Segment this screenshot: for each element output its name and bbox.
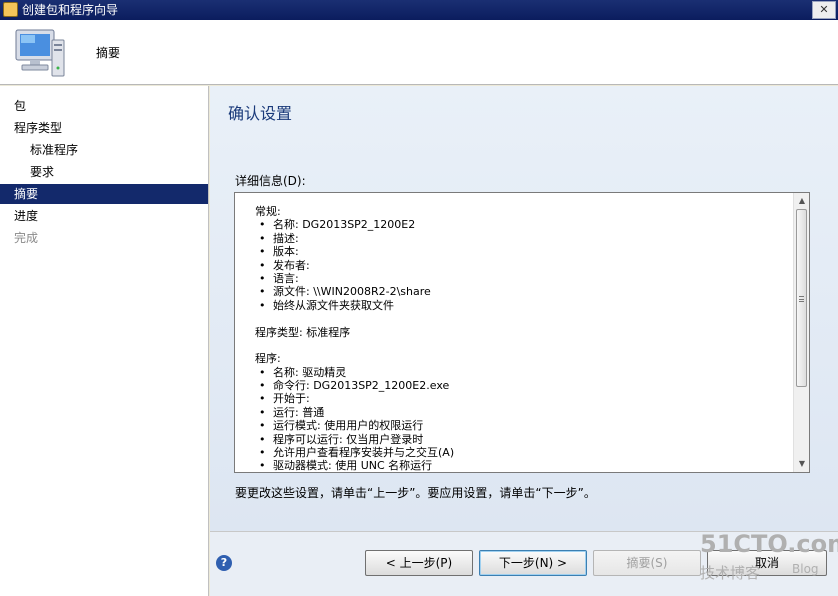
details-textbox[interactable]: 常规: 名称: DG2013SP2_1200E2 描述: 版本: 发布者: 语言… xyxy=(234,192,810,473)
watermark-blog: Blog xyxy=(792,562,819,576)
scroll-up-arrow-icon[interactable]: ▲ xyxy=(794,193,809,209)
detail-line: 发布者: xyxy=(255,259,785,272)
help-icon[interactable]: ? xyxy=(216,555,232,571)
nav-item-standard-program[interactable]: 标准程序 xyxy=(0,140,208,160)
scroll-thumb[interactable] xyxy=(796,209,807,387)
nav-item-package[interactable]: 包 xyxy=(0,96,208,116)
grip-icon xyxy=(799,296,804,302)
detail-line: 始终从源文件夹获取文件 xyxy=(255,299,785,312)
detail-line: 运行: 普通 xyxy=(255,406,785,419)
wizard-step-nav: 包 程序类型 标准程序 要求 摘要 进度 完成 xyxy=(0,86,209,596)
detail-line: 程序可以运行: 仅当用户登录时 xyxy=(255,433,785,446)
program-type-line: 程序类型: 标准程序 xyxy=(255,325,351,339)
detail-line: 驱动器模式: 使用 UNC 名称运行 xyxy=(255,459,785,472)
computer-icon xyxy=(15,29,65,77)
main-panel: 确认设置 详细信息(D): 常规: 名称: DG2013SP2_1200E2 描… xyxy=(210,86,838,531)
vertical-scrollbar[interactable]: ▲ ▼ xyxy=(793,193,809,472)
instruction-text: 要更改这些设置，请单击“上一步”。要应用设置，请单击“下一步”。 xyxy=(235,486,596,500)
previous-button[interactable]: < 上一步(P) xyxy=(365,550,473,576)
wizard-header: 摘要 xyxy=(0,20,838,85)
program-heading: 程序: xyxy=(255,352,281,366)
detail-line: 运行模式: 使用用户的权限运行 xyxy=(255,419,785,432)
app-icon xyxy=(3,2,18,17)
window-title: 创建包和程序向导 xyxy=(22,3,119,17)
nav-item-completion: 完成 xyxy=(14,231,39,245)
nav-item-summary[interactable]: 摘要 xyxy=(0,184,208,204)
scroll-down-arrow-icon[interactable]: ▼ xyxy=(794,456,809,472)
detail-line: 命令行: DG2013SP2_1200E2.exe xyxy=(255,379,785,392)
detail-line: 允许用户查看程序安装并与之交互(A) xyxy=(255,446,785,459)
next-button[interactable]: 下一步(N) > xyxy=(479,550,587,576)
detail-line: 描述: xyxy=(255,232,785,245)
nav-item-progress[interactable]: 进度 xyxy=(0,206,208,226)
details-label: 详细信息(D): xyxy=(235,174,306,188)
detail-line: 名称: 驱动精灵 xyxy=(255,366,785,379)
watermark-logo: 51CTO.com xyxy=(700,530,838,558)
detail-line: 源文件: \\WIN2008R2-2\share xyxy=(255,285,785,298)
details-text: 常规: 名称: DG2013SP2_1200E2 描述: 版本: 发布者: 语言… xyxy=(255,205,785,472)
detail-line: 开始于: xyxy=(255,392,785,405)
detail-line: 版本: xyxy=(255,245,785,258)
general-heading: 常规: xyxy=(255,205,281,218)
close-button[interactable]: ✕ xyxy=(812,1,836,19)
title-bar: 创建包和程序向导 ✕ xyxy=(0,0,838,20)
header-title: 摘要 xyxy=(96,46,121,60)
page-title: 确认设置 xyxy=(228,104,293,123)
detail-line: 语言: xyxy=(255,272,785,285)
summary-button: 摘要(S) xyxy=(593,550,701,576)
nav-item-requirements[interactable]: 要求 xyxy=(0,162,208,182)
nav-item-program-type[interactable]: 程序类型 xyxy=(0,118,208,138)
detail-line: 名称: DG2013SP2_1200E2 xyxy=(255,218,785,231)
